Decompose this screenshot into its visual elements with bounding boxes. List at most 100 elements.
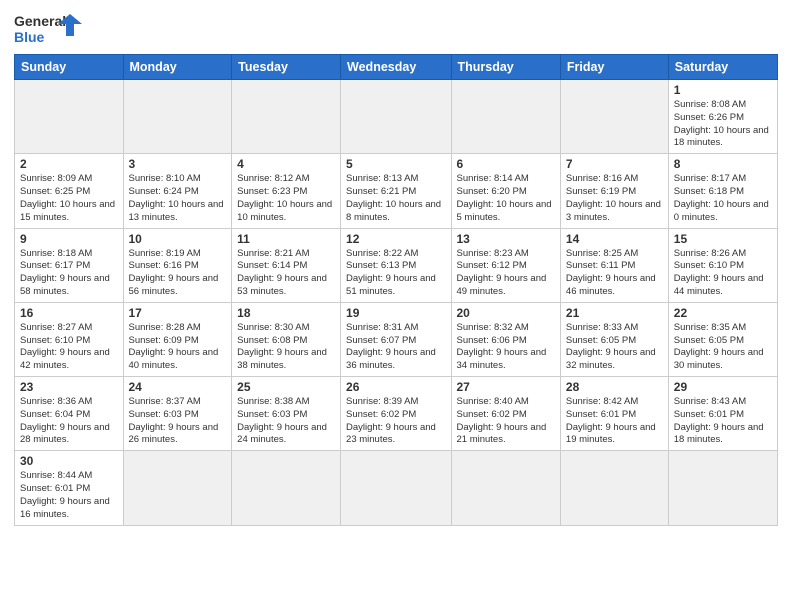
- calendar-cell: 16 Sunrise: 8:27 AM Sunset: 6:10 PM Dayli…: [15, 302, 124, 376]
- calendar-cell: [341, 451, 451, 525]
- day-number: 9: [20, 232, 118, 246]
- calendar-cell: 9Sunrise: 8:18 AM Sunset: 6:17 PM Daylig…: [15, 228, 124, 302]
- calendar-cell: 20 Sunrise: 8:32 AM Sunset: 6:06 PM Dayli…: [451, 302, 560, 376]
- calendar-cell: [232, 451, 341, 525]
- day-number: 19: [346, 306, 445, 320]
- day-number: 4: [237, 157, 335, 171]
- calendar-cell: [123, 80, 232, 154]
- day-info: Sunrise: 8:08 AM Sunset: 6:26 PM Dayligh…: [674, 99, 772, 150]
- calendar-cell: 30 Sunrise: 8:44 AM Sunset: 6:01 PM Dayli…: [15, 451, 124, 525]
- calendar-cell: 18 Sunrise: 8:30 AM Sunset: 6:08 PM Dayli…: [232, 302, 341, 376]
- day-number: 20: [457, 306, 555, 320]
- day-number: 7: [566, 157, 663, 171]
- weekday-monday: Monday: [123, 55, 232, 80]
- calendar-cell: 23 Sunrise: 8:36 AM Sunset: 6:04 PM Dayli…: [15, 377, 124, 451]
- day-info: Sunrise: 8:43 AM Sunset: 6:01 PM Dayligh…: [674, 396, 772, 447]
- calendar-cell: [560, 451, 668, 525]
- day-info: Sunrise: 8:10 AM Sunset: 6:24 PM Dayligh…: [129, 173, 227, 224]
- calendar-cell: 14 Sunrise: 8:25 AM Sunset: 6:11 PM Dayli…: [560, 228, 668, 302]
- day-info: Sunrise: 8:21 AM Sunset: 6:14 PM Dayligh…: [237, 248, 335, 299]
- day-info: Sunrise: 8:32 AM Sunset: 6:06 PM Dayligh…: [457, 322, 555, 373]
- calendar-cell: 12 Sunrise: 8:22 AM Sunset: 6:13 PM Dayli…: [341, 228, 451, 302]
- weekday-saturday: Saturday: [668, 55, 777, 80]
- week-row-1: 1 Sunrise: 8:08 AM Sunset: 6:26 PM Daylig…: [15, 80, 778, 154]
- calendar-cell: 17Sunrise: 8:28 AM Sunset: 6:09 PM Dayli…: [123, 302, 232, 376]
- day-info: Sunrise: 8:12 AM Sunset: 6:23 PM Dayligh…: [237, 173, 335, 224]
- header: General Blue: [14, 10, 778, 48]
- page-container: General Blue SundayMondayTuesdayWednesda…: [0, 0, 792, 536]
- calendar: SundayMondayTuesdayWednesdayThursdayFrid…: [14, 54, 778, 526]
- day-info: Sunrise: 8:33 AM Sunset: 6:05 PM Dayligh…: [566, 322, 663, 373]
- day-info: Sunrise: 8:14 AM Sunset: 6:20 PM Dayligh…: [457, 173, 555, 224]
- day-info: Sunrise: 8:16 AM Sunset: 6:19 PM Dayligh…: [566, 173, 663, 224]
- calendar-cell: 13 Sunrise: 8:23 AM Sunset: 6:12 PM Dayli…: [451, 228, 560, 302]
- day-number: 30: [20, 454, 118, 468]
- calendar-cell: 5 Sunrise: 8:13 AM Sunset: 6:21 PM Daylig…: [341, 154, 451, 228]
- day-info: Sunrise: 8:39 AM Sunset: 6:02 PM Dayligh…: [346, 396, 445, 447]
- day-number: 11: [237, 232, 335, 246]
- calendar-cell: 4 Sunrise: 8:12 AM Sunset: 6:23 PM Daylig…: [232, 154, 341, 228]
- day-info: Sunrise: 8:19 AM Sunset: 6:16 PM Dayligh…: [129, 248, 227, 299]
- calendar-cell: 10 Sunrise: 8:19 AM Sunset: 6:16 PM Dayli…: [123, 228, 232, 302]
- day-number: 14: [566, 232, 663, 246]
- day-info: Sunrise: 8:38 AM Sunset: 6:03 PM Dayligh…: [237, 396, 335, 447]
- day-number: 12: [346, 232, 445, 246]
- weekday-thursday: Thursday: [451, 55, 560, 80]
- calendar-cell: 7 Sunrise: 8:16 AM Sunset: 6:19 PM Daylig…: [560, 154, 668, 228]
- day-number: 1: [674, 83, 772, 97]
- day-number: 28: [566, 380, 663, 394]
- calendar-cell: 28Sunrise: 8:42 AM Sunset: 6:01 PM Dayli…: [560, 377, 668, 451]
- day-info: Sunrise: 8:13 AM Sunset: 6:21 PM Dayligh…: [346, 173, 445, 224]
- weekday-header-row: SundayMondayTuesdayWednesdayThursdayFrid…: [15, 55, 778, 80]
- calendar-cell: [341, 80, 451, 154]
- day-info: Sunrise: 8:40 AM Sunset: 6:02 PM Dayligh…: [457, 396, 555, 447]
- day-number: 15: [674, 232, 772, 246]
- day-number: 24: [129, 380, 227, 394]
- day-number: 16: [20, 306, 118, 320]
- calendar-cell: 1 Sunrise: 8:08 AM Sunset: 6:26 PM Daylig…: [668, 80, 777, 154]
- calendar-cell: 22 Sunrise: 8:35 AM Sunset: 6:05 PM Dayli…: [668, 302, 777, 376]
- day-info: Sunrise: 8:23 AM Sunset: 6:12 PM Dayligh…: [457, 248, 555, 299]
- day-info: Sunrise: 8:17 AM Sunset: 6:18 PM Dayligh…: [674, 173, 772, 224]
- week-row-4: 16 Sunrise: 8:27 AM Sunset: 6:10 PM Dayli…: [15, 302, 778, 376]
- day-number: 22: [674, 306, 772, 320]
- svg-text:General: General: [14, 13, 66, 29]
- calendar-cell: 26Sunrise: 8:39 AM Sunset: 6:02 PM Dayli…: [341, 377, 451, 451]
- day-info: Sunrise: 8:31 AM Sunset: 6:07 PM Dayligh…: [346, 322, 445, 373]
- calendar-cell: 21 Sunrise: 8:33 AM Sunset: 6:05 PM Dayli…: [560, 302, 668, 376]
- calendar-cell: [451, 451, 560, 525]
- day-number: 13: [457, 232, 555, 246]
- day-info: Sunrise: 8:44 AM Sunset: 6:01 PM Dayligh…: [20, 470, 118, 521]
- day-number: 10: [129, 232, 227, 246]
- day-info: Sunrise: 8:36 AM Sunset: 6:04 PM Dayligh…: [20, 396, 118, 447]
- day-number: 21: [566, 306, 663, 320]
- calendar-cell: [451, 80, 560, 154]
- calendar-cell: 2Sunrise: 8:09 AM Sunset: 6:25 PM Daylig…: [15, 154, 124, 228]
- day-info: Sunrise: 8:25 AM Sunset: 6:11 PM Dayligh…: [566, 248, 663, 299]
- calendar-cell: 25Sunrise: 8:38 AM Sunset: 6:03 PM Dayli…: [232, 377, 341, 451]
- week-row-3: 9Sunrise: 8:18 AM Sunset: 6:17 PM Daylig…: [15, 228, 778, 302]
- week-row-6: 30 Sunrise: 8:44 AM Sunset: 6:01 PM Dayli…: [15, 451, 778, 525]
- day-number: 5: [346, 157, 445, 171]
- weekday-wednesday: Wednesday: [341, 55, 451, 80]
- day-info: Sunrise: 8:22 AM Sunset: 6:13 PM Dayligh…: [346, 248, 445, 299]
- day-number: 2: [20, 157, 118, 171]
- calendar-cell: 3 Sunrise: 8:10 AM Sunset: 6:24 PM Daylig…: [123, 154, 232, 228]
- calendar-cell: [668, 451, 777, 525]
- day-info: Sunrise: 8:35 AM Sunset: 6:05 PM Dayligh…: [674, 322, 772, 373]
- logo: General Blue: [14, 10, 84, 48]
- calendar-cell: 24Sunrise: 8:37 AM Sunset: 6:03 PM Dayli…: [123, 377, 232, 451]
- week-row-5: 23 Sunrise: 8:36 AM Sunset: 6:04 PM Dayli…: [15, 377, 778, 451]
- day-number: 23: [20, 380, 118, 394]
- day-number: 3: [129, 157, 227, 171]
- calendar-cell: 29Sunrise: 8:43 AM Sunset: 6:01 PM Dayli…: [668, 377, 777, 451]
- calendar-cell: 19 Sunrise: 8:31 AM Sunset: 6:07 PM Dayli…: [341, 302, 451, 376]
- calendar-cell: 8 Sunrise: 8:17 AM Sunset: 6:18 PM Daylig…: [668, 154, 777, 228]
- day-number: 18: [237, 306, 335, 320]
- day-info: Sunrise: 8:30 AM Sunset: 6:08 PM Dayligh…: [237, 322, 335, 373]
- day-number: 8: [674, 157, 772, 171]
- calendar-cell: [560, 80, 668, 154]
- day-info: Sunrise: 8:27 AM Sunset: 6:10 PM Dayligh…: [20, 322, 118, 373]
- calendar-cell: 27Sunrise: 8:40 AM Sunset: 6:02 PM Dayli…: [451, 377, 560, 451]
- day-number: 17: [129, 306, 227, 320]
